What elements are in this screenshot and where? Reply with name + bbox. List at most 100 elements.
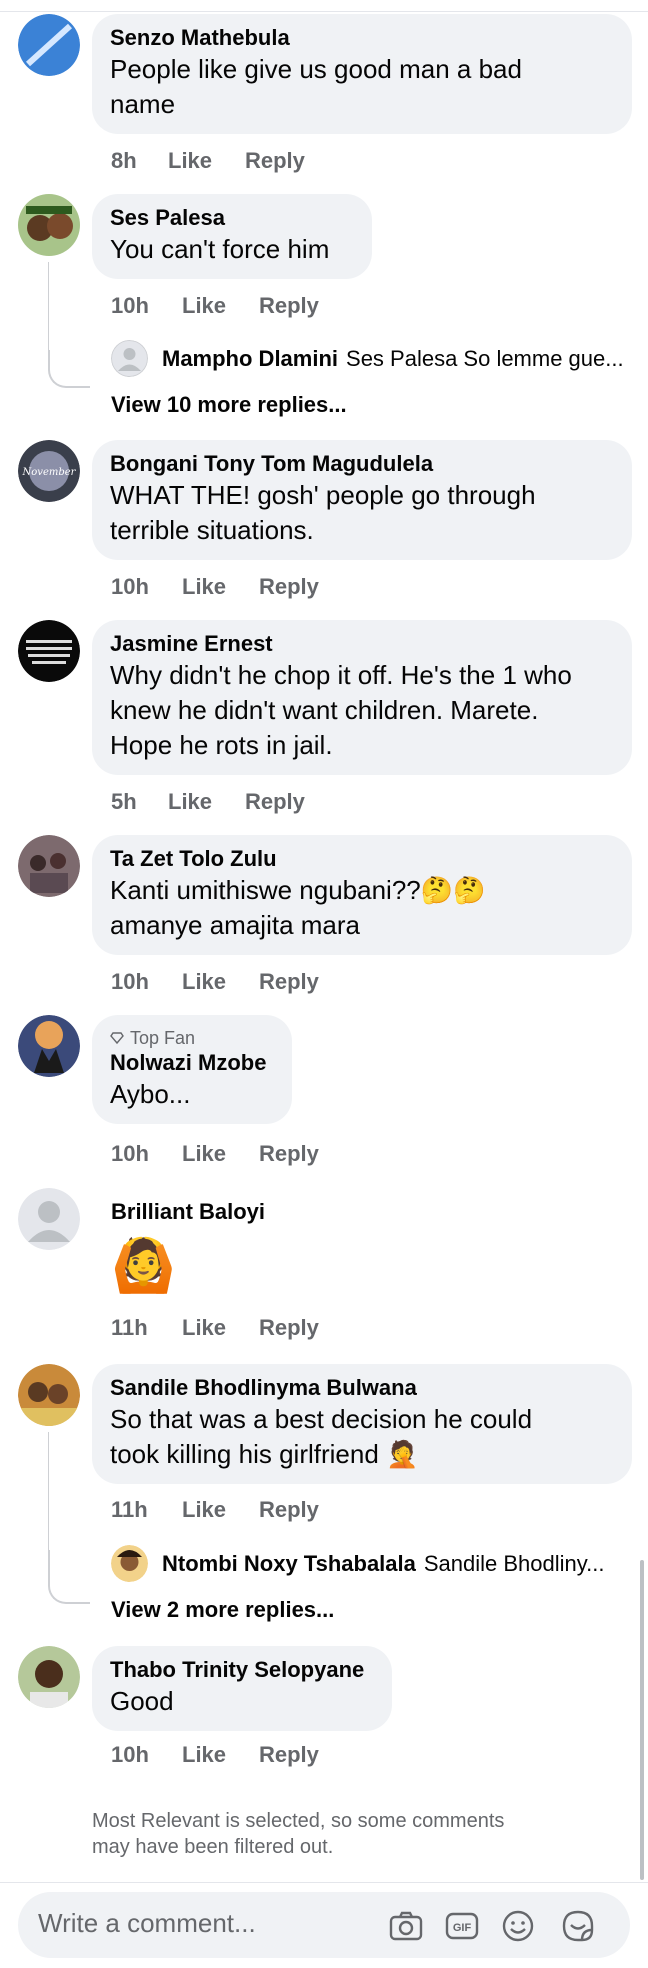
filter-notice: Most Relevant is selected, so some comme… <box>92 1808 592 1860</box>
comment-bubble[interactable]: Senzo Mathebula People like give us good… <box>92 14 632 134</box>
comment-text-line: You can't force him <box>110 234 330 264</box>
like-button[interactable]: Like <box>182 574 259 600</box>
like-button[interactable]: Like <box>182 1742 259 1768</box>
comment-actions: 10h Like Reply <box>111 1742 319 1768</box>
comment-text-line: WHAT THE! gosh' people go through <box>110 480 536 510</box>
comment-bubble[interactable]: Jasmine Ernest Why didn't he chop it off… <box>92 620 632 775</box>
thread-connector <box>48 350 90 388</box>
comment-text-line: name <box>110 89 176 119</box>
top-fan-label: Top Fan <box>130 1028 196 1048</box>
comment-text-line: So that was a best decision he could <box>110 1404 533 1434</box>
comment-composer[interactable]: Write a comment... GIF <box>18 1892 630 1958</box>
comment-actions: 10h Like Reply <box>111 1141 319 1167</box>
comment-actions: 11h Like Reply <box>111 1497 319 1523</box>
avatar <box>111 340 148 377</box>
comment-bubble[interactable]: Sandile Bhodlinyma Bulwana So that was a… <box>92 1364 632 1484</box>
comment-text-line: Good <box>110 1686 174 1716</box>
comment-time: 5h <box>111 789 137 814</box>
comment-text-line: Kanti umithiswe ngubani??🤔🤔 <box>110 875 486 905</box>
reply-button[interactable]: Reply <box>259 293 319 319</box>
avatar[interactable] <box>18 194 80 256</box>
commenter-name[interactable]: Ses Palesa <box>110 204 354 232</box>
comment-content: Brilliant Baloyi 🙆 <box>111 1198 265 1302</box>
reply-button[interactable]: Reply <box>259 1141 319 1167</box>
comment-actions: 10h Like Reply <box>111 574 319 600</box>
smiley-icon[interactable] <box>500 1908 536 1944</box>
top-fan-badge: Top Fan <box>110 1027 274 1049</box>
comment-time: 10h <box>111 293 149 318</box>
comment-text-line: Hope he rots in jail. <box>110 730 333 760</box>
comment-bubble[interactable]: Top Fan Nolwazi Mzobe Aybo... <box>92 1015 292 1124</box>
commenter-name[interactable]: Brilliant Baloyi <box>111 1198 265 1226</box>
comment-actions: 5h Like Reply <box>111 789 305 815</box>
comment-bubble[interactable]: Ses Palesa You can't force him <box>92 194 372 279</box>
scrollbar[interactable] <box>640 1560 644 1880</box>
commenter-name[interactable]: Thabo Trinity Selopyane <box>110 1656 374 1684</box>
avatar[interactable] <box>18 1015 80 1077</box>
view-more-replies-link[interactable]: View 10 more replies... <box>111 392 347 418</box>
reply-button[interactable]: Reply <box>245 789 305 815</box>
like-button[interactable]: Like <box>182 969 259 995</box>
reply-preview[interactable]: Ntombi Noxy Tshabalala Sandile Bhodliny.… <box>111 1545 604 1582</box>
thread-connector <box>48 1550 90 1604</box>
view-more-replies-link[interactable]: View 2 more replies... <box>111 1597 334 1623</box>
comment-text-line: terrible situations. <box>110 515 314 545</box>
reply-button[interactable]: Reply <box>259 1315 319 1341</box>
reply-button[interactable]: Reply <box>259 969 319 995</box>
avatar[interactable] <box>18 1188 80 1250</box>
reply-preview[interactable]: Mampho Dlamini Ses Palesa So lemme gue..… <box>111 340 624 377</box>
like-button[interactable]: Like <box>182 1315 259 1341</box>
comment-bubble[interactable]: Thabo Trinity Selopyane Good <box>92 1646 392 1731</box>
diamond-icon <box>110 1032 124 1045</box>
commenter-name[interactable]: Ta Zet Tolo Zulu <box>110 845 614 873</box>
avatar[interactable] <box>18 1646 80 1708</box>
commenter-name[interactable]: Sandile Bhodlinyma Bulwana <box>110 1374 614 1402</box>
comment-time: 10h <box>111 574 149 599</box>
comment-time: 10h <box>111 1742 149 1767</box>
composer-divider <box>0 1882 648 1883</box>
reply-button[interactable]: Reply <box>259 1742 319 1768</box>
avatar[interactable]: November <box>18 440 80 502</box>
reply-button[interactable]: Reply <box>245 148 305 174</box>
reply-button[interactable]: Reply <box>259 1497 319 1523</box>
avatar[interactable] <box>18 835 80 897</box>
commenter-name[interactable]: Senzo Mathebula <box>110 24 614 52</box>
comment-text-line: People like give us good man a bad <box>110 54 522 84</box>
commenter-name[interactable]: Bongani Tony Tom Magudulela <box>110 450 614 478</box>
comment-text-line: Why didn't he chop it off. He's the 1 wh… <box>110 660 572 690</box>
comment-time: 10h <box>111 969 149 994</box>
filter-notice-line: Most Relevant is selected, so some comme… <box>92 1810 505 1832</box>
comment-input[interactable]: Write a comment... <box>38 1908 256 1939</box>
comment-text-line: Aybo... <box>110 1079 191 1109</box>
top-divider <box>0 11 648 12</box>
like-button[interactable]: Like <box>168 148 245 174</box>
avatar[interactable] <box>18 620 80 682</box>
reply-text: Ses Palesa So lemme gue... <box>346 345 624 371</box>
like-button[interactable]: Like <box>182 293 259 319</box>
commenter-name[interactable]: Nolwazi Mzobe <box>110 1049 274 1077</box>
comment-text-line: took killing his girlfriend 🤦 <box>110 1439 419 1469</box>
svg-text:November: November <box>22 467 77 478</box>
comment-bubble[interactable]: Ta Zet Tolo Zulu Kanti umithiswe ngubani… <box>92 835 632 955</box>
comment-actions: 10h Like Reply <box>111 969 319 995</box>
avatar[interactable] <box>18 1364 80 1426</box>
reply-button[interactable]: Reply <box>259 574 319 600</box>
like-button[interactable]: Like <box>168 789 245 815</box>
gif-icon[interactable]: GIF <box>444 1908 480 1944</box>
commenter-name[interactable]: Jasmine Ernest <box>110 630 614 658</box>
emoji-reaction: 🙆 <box>111 1237 176 1295</box>
filter-notice-line: may have been filtered out. <box>92 1836 334 1858</box>
reply-author[interactable]: Mampho Dlamini <box>162 346 338 372</box>
comment-bubble[interactable]: Bongani Tony Tom Magudulela WHAT THE! go… <box>92 440 632 560</box>
reply-text: Sandile Bhodliny... <box>423 1550 605 1576</box>
sticker-icon[interactable] <box>560 1908 596 1944</box>
comment-text-line: knew he didn't want children. Marete. <box>110 695 539 725</box>
comment-time: 8h <box>111 148 137 173</box>
like-button[interactable]: Like <box>182 1497 259 1523</box>
reply-author[interactable]: Ntombi Noxy Tshabalala <box>162 1551 416 1577</box>
svg-text:GIF: GIF <box>453 1922 472 1934</box>
comment-time: 10h <box>111 1141 149 1166</box>
camera-icon[interactable] <box>388 1908 424 1944</box>
avatar[interactable] <box>18 14 80 76</box>
like-button[interactable]: Like <box>182 1141 259 1167</box>
